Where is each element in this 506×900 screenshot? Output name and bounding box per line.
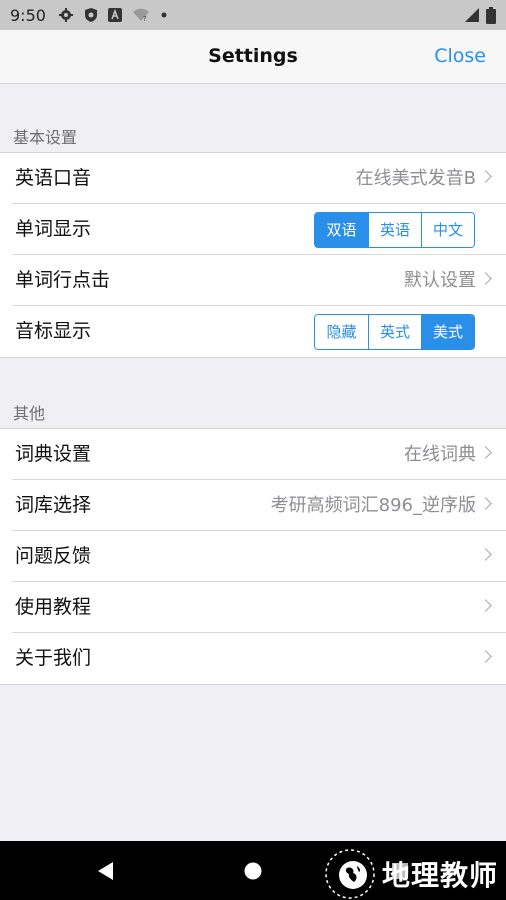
row-english-accent[interactable]: 英语口音 在线美式发音B bbox=[12, 153, 506, 204]
row-feedback[interactable]: 问题反馈 bbox=[12, 531, 506, 582]
dot-icon bbox=[161, 12, 167, 18]
svg-text:?: ? bbox=[143, 15, 147, 22]
chevron-right-icon bbox=[479, 599, 492, 612]
segment-american[interactable]: 美式 bbox=[421, 315, 474, 349]
wifi-icon: ? bbox=[132, 8, 149, 22]
shield-icon bbox=[84, 8, 97, 22]
globe-logo-icon bbox=[325, 849, 375, 899]
settings-group-basic: 英语口音 在线美式发音B 单词显示 双语 英语 中文 单词行点击 默认设置 音标… bbox=[0, 152, 506, 358]
chevron-right-icon bbox=[479, 272, 492, 285]
section-header-basic: 基本设置 bbox=[13, 128, 78, 147]
watermark: 地理教师 bbox=[324, 848, 498, 900]
status-right bbox=[464, 0, 496, 30]
segment-british[interactable]: 英式 bbox=[368, 315, 421, 349]
segment-chinese[interactable]: 中文 bbox=[421, 213, 474, 247]
row-label: 音标显示 bbox=[15, 320, 92, 342]
chevron-right-icon bbox=[479, 446, 492, 459]
phonetic-display-segmented-control: 隐藏 英式 美式 bbox=[314, 314, 475, 350]
watermark-text: 地理教师 bbox=[381, 859, 498, 892]
row-label: 英语口音 bbox=[15, 167, 92, 189]
row-label: 单词行点击 bbox=[15, 269, 111, 291]
row-dictionary-settings[interactable]: 词典设置 在线词典 bbox=[12, 429, 506, 480]
chevron-right-icon bbox=[479, 548, 492, 561]
row-about-us[interactable]: 关于我们 bbox=[12, 633, 506, 684]
row-word-display: 单词显示 双语 英语 中文 bbox=[12, 204, 506, 255]
chevron-right-icon bbox=[479, 497, 492, 510]
settings-group-other: 词典设置 在线词典 词库选择 考研高频词汇896_逆序版 问题反馈 使用教程 关… bbox=[0, 428, 506, 685]
status-time: 9:50 bbox=[10, 5, 46, 25]
row-label: 词库选择 bbox=[15, 494, 92, 516]
page-title: Settings bbox=[208, 45, 298, 67]
battery-icon bbox=[486, 6, 496, 24]
status-icons: ? bbox=[58, 7, 168, 23]
gear-icon bbox=[58, 8, 73, 22]
row-value: 在线美式发音B bbox=[355, 168, 476, 189]
status-bar: 9:50 ? bbox=[0, 0, 506, 30]
row-label: 关于我们 bbox=[15, 647, 92, 669]
close-button[interactable]: Close bbox=[434, 30, 486, 83]
row-value: 考研高频词汇896_逆序版 bbox=[270, 495, 476, 516]
chevron-right-icon bbox=[479, 170, 492, 183]
row-value: 默认设置 bbox=[404, 270, 476, 291]
row-tutorial[interactable]: 使用教程 bbox=[12, 582, 506, 633]
row-phonetic-display: 音标显示 隐藏 英式 美式 bbox=[12, 306, 506, 357]
row-label: 问题反馈 bbox=[15, 545, 92, 567]
signal-icon bbox=[465, 8, 479, 22]
home-icon[interactable] bbox=[244, 862, 262, 880]
segment-bilingual[interactable]: 双语 bbox=[315, 213, 368, 247]
nav-header: Settings Close bbox=[0, 30, 506, 84]
row-word-click[interactable]: 单词行点击 默认设置 bbox=[12, 255, 506, 306]
row-label: 使用教程 bbox=[15, 596, 92, 618]
segment-english[interactable]: 英语 bbox=[368, 213, 421, 247]
row-wordbank-select[interactable]: 词库选择 考研高频词汇896_逆序版 bbox=[12, 480, 506, 531]
section-header-other: 其他 bbox=[13, 404, 46, 423]
segment-hide[interactable]: 隐藏 bbox=[315, 315, 368, 349]
row-label: 单词显示 bbox=[15, 218, 92, 240]
a-icon bbox=[107, 8, 122, 22]
chevron-right-icon bbox=[479, 650, 492, 663]
row-label: 词典设置 bbox=[15, 443, 92, 465]
word-display-segmented-control: 双语 英语 中文 bbox=[314, 212, 475, 248]
back-icon[interactable] bbox=[96, 861, 116, 881]
row-value: 在线词典 bbox=[404, 444, 476, 465]
